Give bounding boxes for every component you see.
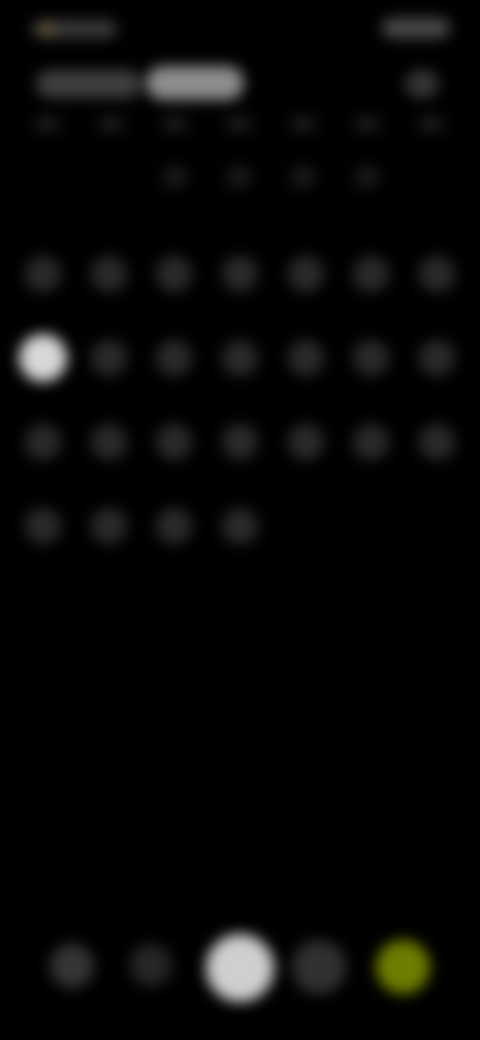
calendar-cell[interactable] xyxy=(76,316,142,400)
blurred-screen xyxy=(0,0,480,1040)
calendar-cell[interactable] xyxy=(141,316,207,400)
weekday-label xyxy=(418,116,444,132)
calendar-cell[interactable] xyxy=(207,232,273,316)
month-label xyxy=(36,70,141,98)
calendar-date xyxy=(287,340,324,376)
faint-label xyxy=(354,166,380,188)
calendar-cell[interactable] xyxy=(10,232,76,316)
calendar-grid xyxy=(10,232,470,568)
calendar-date xyxy=(419,256,456,292)
calendar-cell[interactable] xyxy=(10,400,76,484)
calendar-cell[interactable] xyxy=(207,400,273,484)
calendar-date xyxy=(24,256,61,292)
calendar-date xyxy=(90,256,127,292)
bottom-nav xyxy=(20,930,460,1014)
faint-label xyxy=(226,166,252,188)
month-label-text xyxy=(36,70,37,71)
calendar-cell[interactable] xyxy=(404,316,470,400)
calendar-date xyxy=(156,424,193,460)
calendar-cell[interactable] xyxy=(207,484,273,568)
weekday-label xyxy=(162,116,188,132)
calendar-cell[interactable] xyxy=(10,484,76,568)
calendar-cell[interactable] xyxy=(76,484,142,568)
calendar-date xyxy=(419,424,456,460)
calendar-cell[interactable] xyxy=(339,232,405,316)
calendar-cell[interactable] xyxy=(404,232,470,316)
calendar-date xyxy=(419,340,456,376)
calendar-date xyxy=(90,340,127,376)
status-icons xyxy=(382,18,450,38)
calendar-date xyxy=(156,508,193,544)
selected-date xyxy=(18,334,67,382)
calendar-cell[interactable] xyxy=(207,316,273,400)
calendar-date xyxy=(90,424,127,460)
calendar-date xyxy=(24,508,61,544)
weekday-label xyxy=(290,116,316,132)
faint-label xyxy=(290,166,316,188)
calendar-cell[interactable] xyxy=(141,400,207,484)
add-icon[interactable] xyxy=(206,934,274,1002)
weekday-label xyxy=(34,116,60,132)
calendar-date xyxy=(221,508,258,544)
calendar-date xyxy=(90,508,127,544)
status-time xyxy=(32,20,117,38)
calendar-icon[interactable] xyxy=(130,944,172,986)
faint-label xyxy=(162,166,188,188)
calendar-cell[interactable] xyxy=(76,232,142,316)
calendar-date xyxy=(353,256,390,292)
year-pill[interactable] xyxy=(146,66,244,100)
calendar-cell[interactable] xyxy=(273,232,339,316)
calendar-date xyxy=(221,424,258,460)
calendar-cell[interactable] xyxy=(10,316,76,400)
weekday-label xyxy=(226,116,252,132)
calendar-cell[interactable] xyxy=(141,232,207,316)
calendar-date xyxy=(353,340,390,376)
weekday-label xyxy=(354,116,380,132)
year-label-text xyxy=(146,66,147,67)
calendar-cell[interactable] xyxy=(76,400,142,484)
calendar-date xyxy=(221,256,258,292)
calendar-date xyxy=(287,424,324,460)
calendar-cell[interactable] xyxy=(404,400,470,484)
calendar-date xyxy=(24,424,61,460)
status-time-text xyxy=(32,20,33,21)
calendar-cell[interactable] xyxy=(339,316,405,400)
calendar-cell[interactable] xyxy=(141,484,207,568)
calendar-date xyxy=(221,340,258,376)
calendar-date xyxy=(156,256,193,292)
weekday-label xyxy=(98,116,124,132)
profile-icon[interactable] xyxy=(292,940,346,994)
calendar-cell[interactable] xyxy=(339,400,405,484)
menu-icon[interactable] xyxy=(405,70,439,98)
calendar-date xyxy=(353,424,390,460)
calendar-date xyxy=(156,340,193,376)
calendar-cell[interactable] xyxy=(273,316,339,400)
home-icon[interactable] xyxy=(50,944,94,988)
settings-icon[interactable] xyxy=(376,940,430,994)
calendar-cell[interactable] xyxy=(273,400,339,484)
calendar-date xyxy=(287,256,324,292)
